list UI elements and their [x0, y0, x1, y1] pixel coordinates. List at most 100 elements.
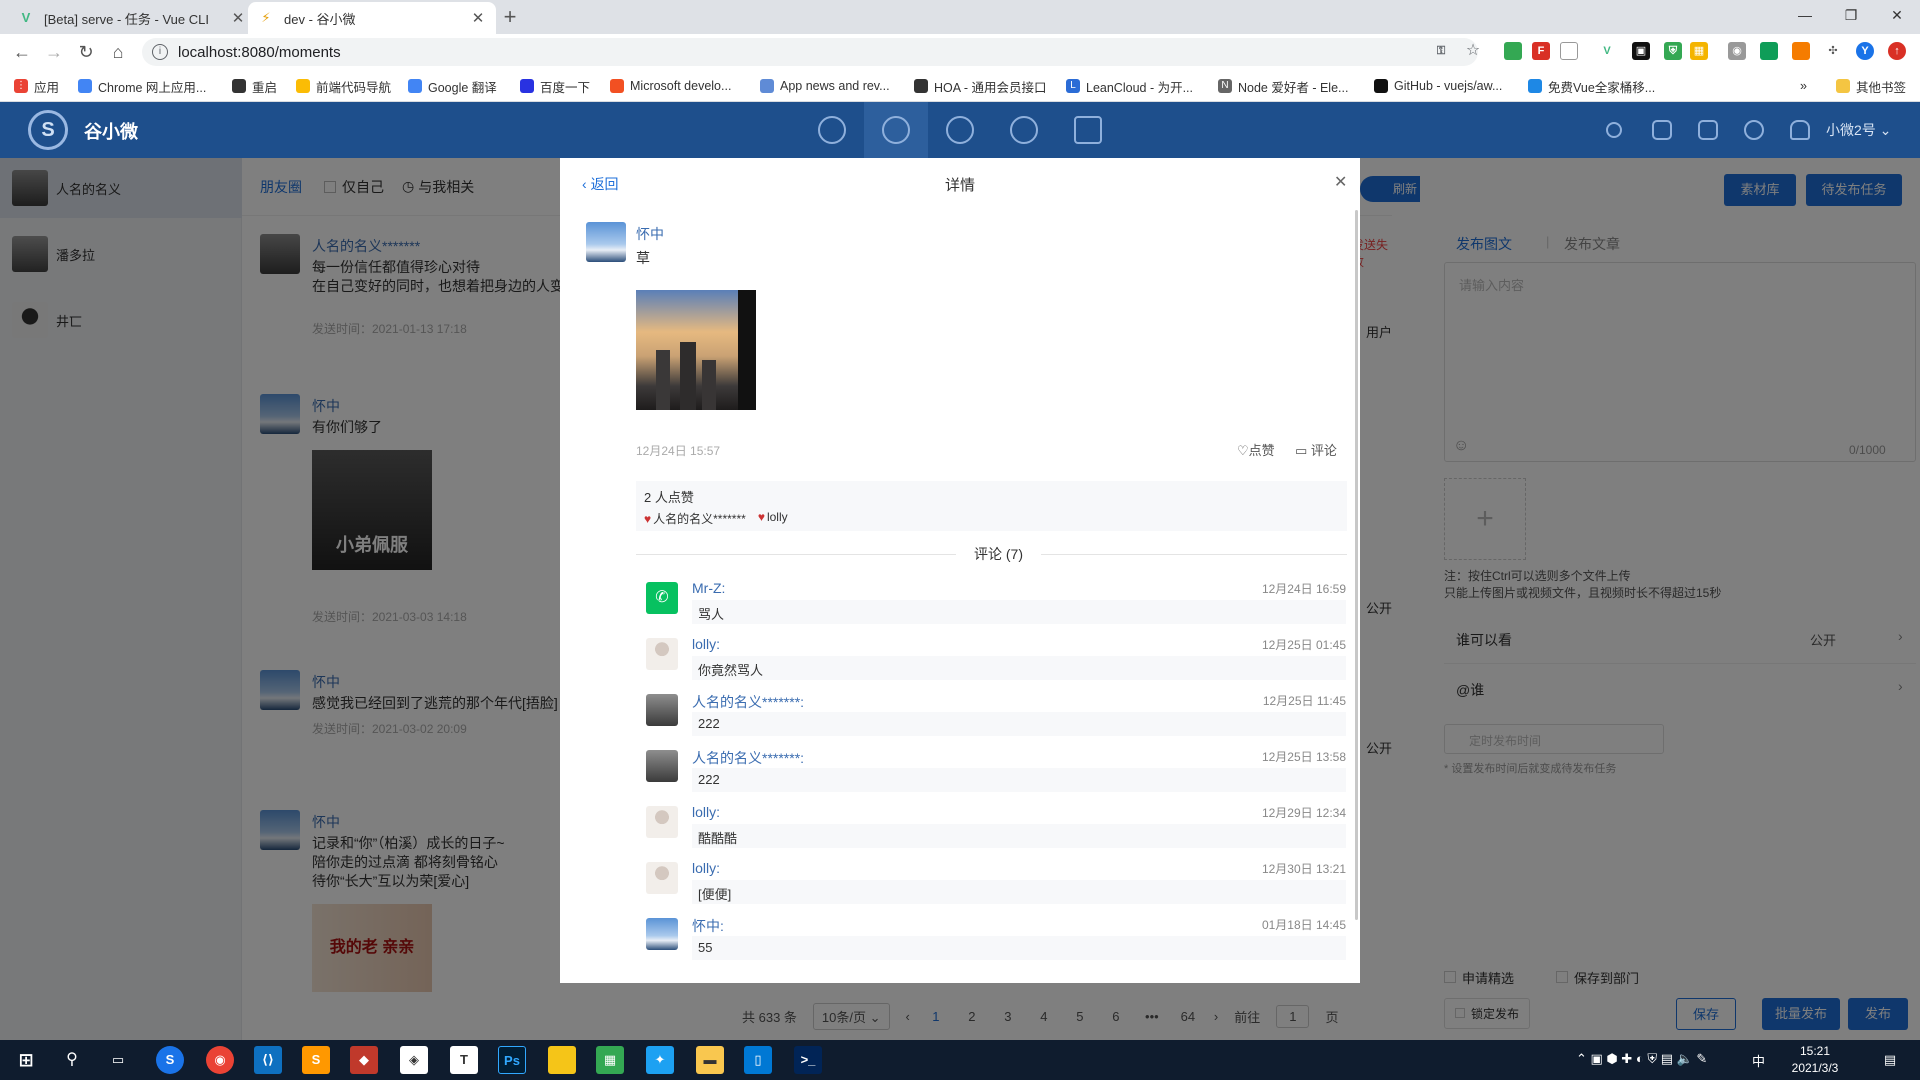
app-icon[interactable]: ▯: [744, 1046, 772, 1074]
extension-icon[interactable]: [1760, 42, 1778, 60]
nav-chat[interactable]: [800, 102, 864, 158]
avatar[interactable]: [646, 806, 678, 838]
camera-icon[interactable]: ◉: [1728, 42, 1746, 60]
nav-cloud[interactable]: [992, 102, 1056, 158]
avatar[interactable]: [646, 750, 678, 782]
nav-dashboard[interactable]: [1056, 102, 1120, 158]
search-icon[interactable]: ⚲: [58, 1046, 86, 1074]
bookmark-item[interactable]: ⋮ 应用: [14, 70, 59, 102]
comment-author[interactable]: 人名的名义*******:: [692, 748, 804, 768]
vue-devtools-icon[interactable]: V: [1598, 42, 1616, 60]
vscode-icon[interactable]: ⟨⟩: [254, 1046, 282, 1074]
bookmark-item[interactable]: 免费Vue全家桶移...: [1528, 70, 1655, 102]
nav-moments[interactable]: [864, 102, 928, 158]
comment-author[interactable]: lolly:: [692, 860, 720, 876]
document-icon[interactable]: [1698, 120, 1718, 140]
extension-icon[interactable]: [1504, 42, 1522, 60]
new-tab-button[interactable]: +: [496, 4, 524, 32]
reload-icon[interactable]: ↻: [72, 38, 100, 66]
minimize-button[interactable]: —: [1782, 0, 1828, 30]
liker[interactable]: ♥ 人名的名义*******: [644, 510, 746, 527]
forward-icon[interactable]: →: [40, 38, 68, 66]
extension-icon[interactable]: F: [1532, 42, 1550, 60]
close-icon[interactable]: ✕: [1334, 172, 1347, 192]
update-icon[interactable]: ↑: [1888, 42, 1906, 60]
help-icon[interactable]: [1606, 122, 1622, 138]
extension-icon[interactable]: [1792, 42, 1810, 60]
nav-contacts[interactable]: [928, 102, 992, 158]
windows-start-icon[interactable]: ⊞: [12, 1046, 40, 1074]
chrome-icon[interactable]: ◉: [206, 1046, 234, 1074]
notification-icon[interactable]: ▤: [1876, 1046, 1904, 1074]
extension-icon[interactable]: ▣: [1632, 42, 1650, 60]
bookmark-item[interactable]: L LeanCloud - 为开...: [1066, 70, 1193, 102]
comment-author[interactable]: 怀中:: [692, 916, 724, 936]
bookmark-item[interactable]: 重启: [232, 70, 277, 102]
key-icon[interactable]: ⚿: [1432, 42, 1450, 60]
close-tab-icon[interactable]: ✕: [470, 9, 486, 27]
modal-scrollbar[interactable]: [1355, 210, 1358, 920]
task-view-icon[interactable]: ▭: [104, 1046, 132, 1074]
user-menu[interactable]: 小微2号 ⌄: [1826, 120, 1891, 140]
avatar[interactable]: [646, 918, 678, 950]
bookmarks-overflow-icon[interactable]: »: [1800, 70, 1807, 102]
qrcode-icon[interactable]: [1652, 120, 1672, 140]
system-clock[interactable]: 15:21 2021/3/3: [1780, 1043, 1850, 1077]
app-icon[interactable]: ✦: [646, 1046, 674, 1074]
sticky-notes-icon[interactable]: [548, 1046, 576, 1074]
bookmark-item[interactable]: App news and rev...: [760, 70, 890, 102]
profile-avatar[interactable]: Y: [1856, 42, 1874, 60]
tray-icons[interactable]: ⌃ ▣ ⬢ ✚ ◐ ⛨ ▤ 🔈 ✎: [1576, 1051, 1707, 1067]
url-bar[interactable]: i localhost:8080/moments: [142, 38, 1478, 66]
bookmark-item[interactable]: Microsoft develo...: [610, 70, 731, 102]
app-icon[interactable]: S: [156, 1046, 184, 1074]
liker[interactable]: ♥ lolly: [758, 510, 788, 527]
app-icon[interactable]: ◈: [400, 1046, 428, 1074]
powershell-icon[interactable]: >_: [794, 1046, 822, 1074]
back-icon[interactable]: ←: [8, 38, 36, 66]
star-icon[interactable]: ☆: [1464, 42, 1482, 60]
restore-button[interactable]: ❐: [1828, 0, 1874, 30]
bookmark-icon[interactable]: [1560, 42, 1578, 60]
photoshop-icon[interactable]: Ps: [498, 1046, 526, 1074]
comment-button[interactable]: ▭ 评论: [1295, 440, 1337, 459]
info-icon[interactable]: i: [152, 44, 168, 60]
like-button[interactable]: ♡点赞: [1237, 440, 1275, 459]
bookmark-item[interactable]: N Node 爱好者 - Ele...: [1218, 70, 1348, 102]
sublime-icon[interactable]: S: [302, 1046, 330, 1074]
close-tab-icon[interactable]: ✕: [230, 9, 246, 27]
file-explorer-icon[interactable]: ▬: [696, 1046, 724, 1074]
comment-author[interactable]: Mr-Z:: [692, 580, 725, 596]
comment-item: lolly: 12月29日 12:34 酷酷酷: [646, 804, 1346, 854]
bookmark-item[interactable]: Google 翻译: [408, 70, 497, 102]
bookmark-item[interactable]: HOA - 通用会员接口: [914, 70, 1047, 102]
extension-icon[interactable]: ▦: [1690, 42, 1708, 60]
home-icon[interactable]: ⌂: [104, 38, 132, 66]
avatar[interactable]: [646, 862, 678, 894]
browser-tab-vue-cli[interactable]: V [Beta] serve - 任务 - Vue CLI ✕: [8, 2, 256, 34]
comment-author[interactable]: lolly:: [692, 636, 720, 652]
comment-author[interactable]: lolly:: [692, 804, 720, 820]
author-avatar[interactable]: [586, 222, 626, 262]
puzzle-icon[interactable]: ✣: [1824, 42, 1842, 60]
ime-indicator[interactable]: 中: [1752, 1051, 1765, 1070]
bookmark-item[interactable]: 前端代码导航: [296, 70, 391, 102]
bell-icon[interactable]: [1790, 120, 1810, 140]
post-author[interactable]: 怀中: [636, 224, 664, 244]
bookmark-item[interactable]: 百度一下: [520, 70, 590, 102]
bookmark-item[interactable]: Chrome 网上应用...: [78, 70, 206, 102]
avatar[interactable]: [646, 638, 678, 670]
post-image[interactable]: [636, 290, 756, 410]
wechat-icon[interactable]: ✆: [646, 582, 678, 614]
app-icon[interactable]: ▦: [596, 1046, 624, 1074]
bookmark-item[interactable]: GitHub - vuejs/aw...: [1374, 70, 1502, 102]
close-window-button[interactable]: ✕: [1874, 0, 1920, 30]
other-bookmarks[interactable]: 其他书签: [1836, 70, 1906, 102]
shield-icon[interactable]: ⛨: [1664, 42, 1682, 60]
browser-tab-dev[interactable]: ⚡ dev - 谷小微 ✕: [248, 2, 496, 34]
globe-icon[interactable]: [1744, 120, 1764, 140]
comment-author[interactable]: 人名的名义*******:: [692, 692, 804, 712]
avatar[interactable]: [646, 694, 678, 726]
app-icon[interactable]: ◆: [350, 1046, 378, 1074]
typora-icon[interactable]: T: [450, 1046, 478, 1074]
